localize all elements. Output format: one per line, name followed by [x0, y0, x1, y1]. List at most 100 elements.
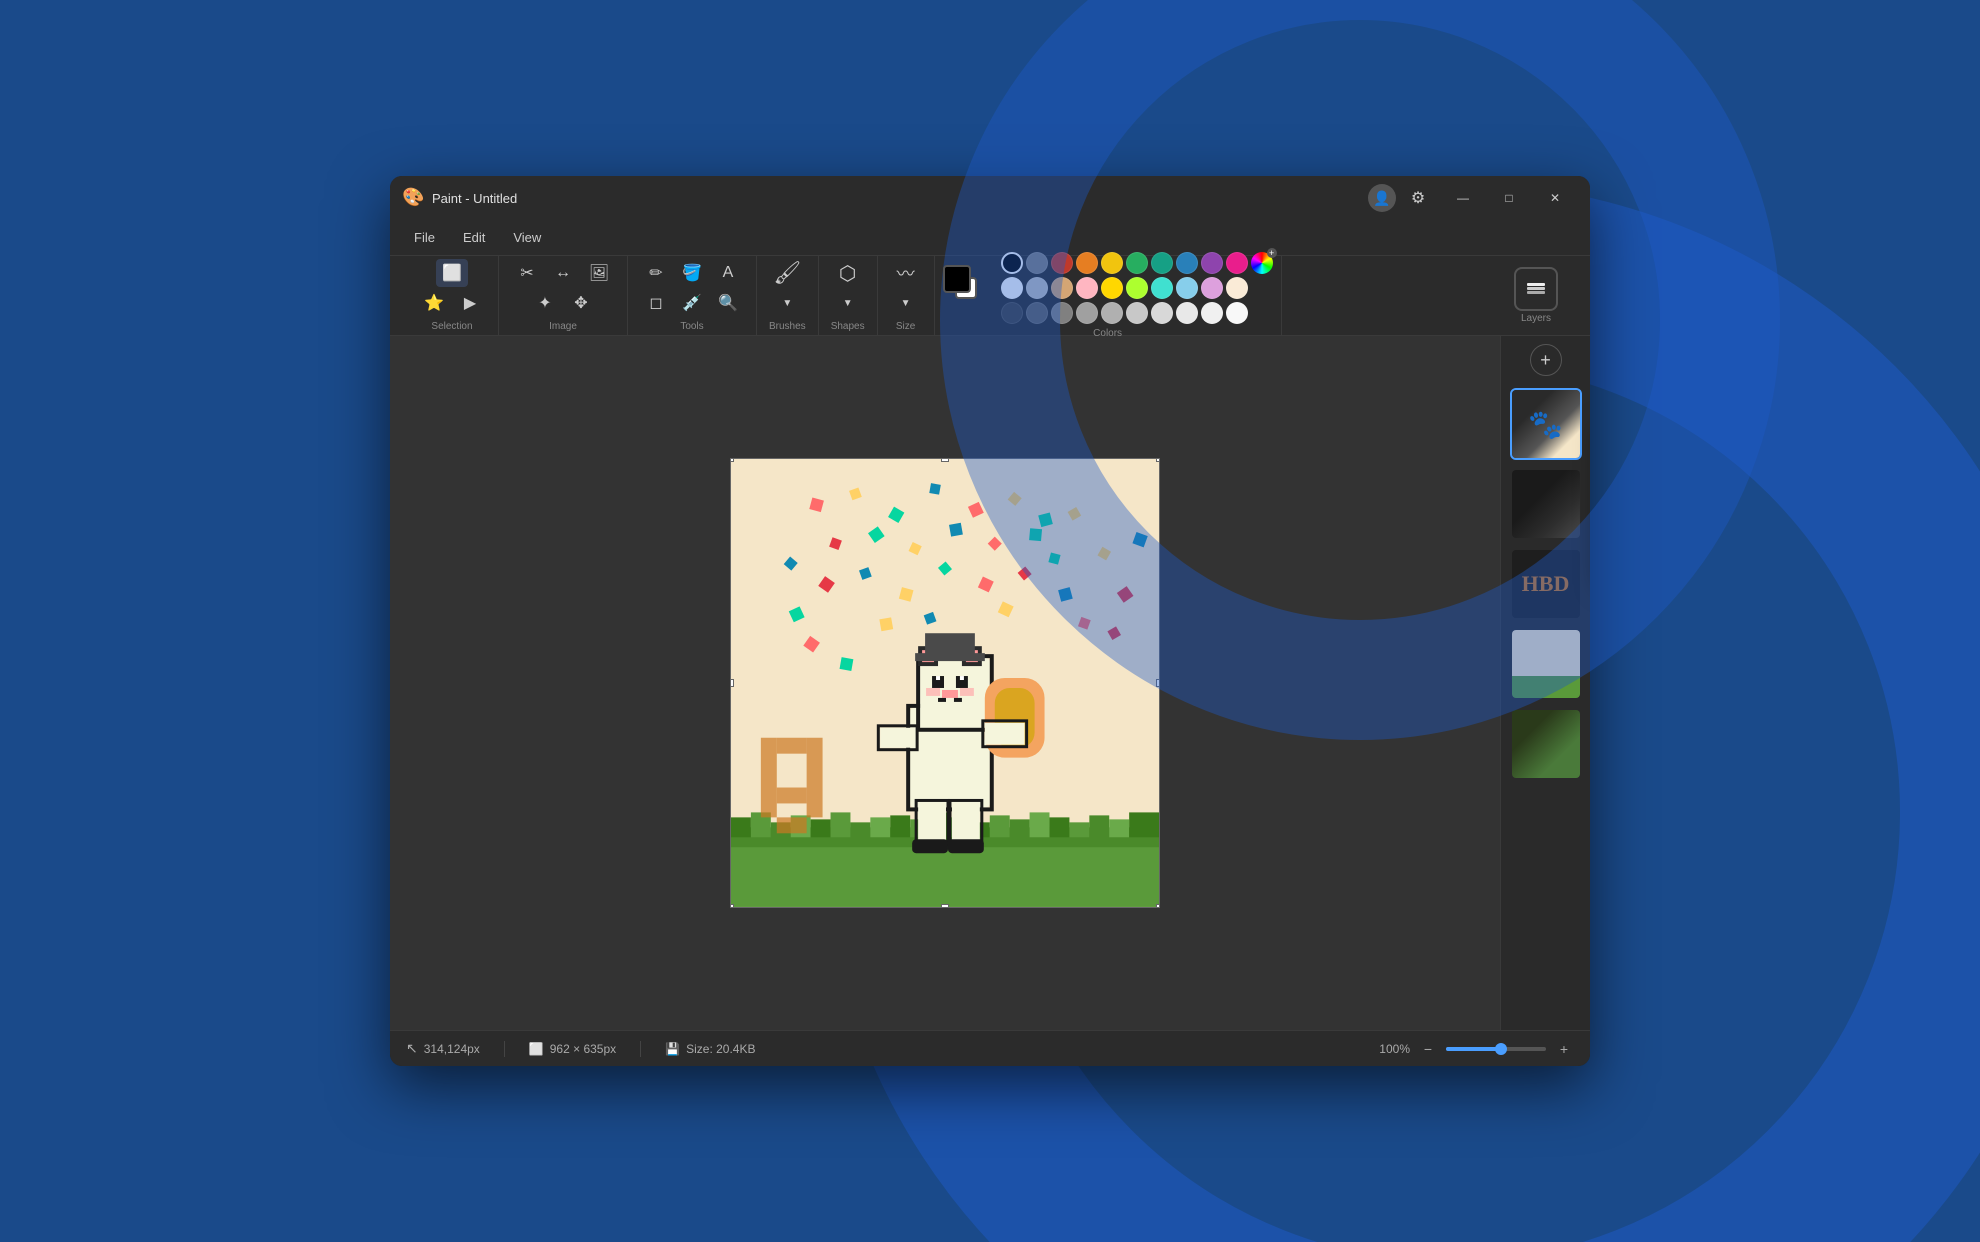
color-wheel-button[interactable]	[1251, 252, 1273, 274]
zoom-in-button[interactable]: +	[1554, 1039, 1574, 1059]
layer-5-thumb[interactable]	[1510, 708, 1582, 780]
color-gray6[interactable]	[1126, 302, 1148, 324]
shapes-button[interactable]: ⬡	[832, 259, 864, 287]
color-plum[interactable]	[1201, 277, 1223, 299]
brush-dropdown[interactable]: ▼	[771, 289, 803, 317]
transform-button[interactable]: ↔	[547, 259, 579, 287]
layers-button[interactable]	[1514, 267, 1558, 311]
color-silver[interactable]	[1026, 277, 1048, 299]
add-layer-button[interactable]: +	[1530, 344, 1562, 376]
app-icon: 🎨	[402, 187, 424, 209]
color-skyblue[interactable]	[1176, 277, 1198, 299]
settings-button[interactable]: ⚙	[1404, 184, 1432, 212]
color-pink[interactable]	[1226, 252, 1248, 274]
move-button[interactable]: ✥	[565, 289, 597, 317]
pencil-button[interactable]: ✏	[640, 259, 672, 287]
color-offwhite[interactable]	[1226, 302, 1248, 324]
color-antique[interactable]	[1226, 277, 1248, 299]
color-gray9[interactable]	[1201, 302, 1223, 324]
size-dropdown[interactable]: ▼	[890, 289, 922, 317]
color-greenyellow[interactable]	[1126, 277, 1148, 299]
close-button[interactable]: ✕	[1532, 182, 1578, 214]
selection-tools-row: ⬜	[436, 259, 468, 287]
zoom-track	[1446, 1047, 1501, 1051]
shapes-row2: ▼	[832, 289, 864, 317]
color-gold[interactable]	[1101, 277, 1123, 299]
status-bar: ↖ 314,124px ⬜ 962 × 635px 💾 Size: 20.4KB…	[390, 1030, 1590, 1066]
foreground-color[interactable]	[943, 265, 971, 293]
layer-3-thumb[interactable]: HBD	[1510, 548, 1582, 620]
rectangular-selection-button[interactable]: ⬜	[436, 259, 468, 287]
eraser-button[interactable]: ◻	[640, 289, 672, 317]
shapes-dropdown[interactable]: ▼	[832, 289, 864, 317]
size-label: Size	[896, 321, 915, 332]
color-purple[interactable]	[1201, 252, 1223, 274]
color-tan[interactable]	[1051, 277, 1073, 299]
canvas-image[interactable]	[730, 458, 1160, 908]
zoom-tool-button[interactable]: 🔍	[712, 289, 744, 317]
current-colors	[943, 265, 989, 311]
brushes-group: 🖌 ▼ Brushes	[757, 256, 819, 335]
eyedropper-button[interactable]: 💉	[676, 289, 708, 317]
color-gray7[interactable]	[1151, 302, 1173, 324]
color-yellow[interactable]	[1101, 252, 1123, 274]
maximize-button[interactable]: □	[1486, 182, 1532, 214]
color-teal[interactable]	[1151, 252, 1173, 274]
brush-button[interactable]: 🖌	[771, 259, 803, 287]
menu-file[interactable]: File	[402, 226, 447, 249]
layer-4-thumb[interactable]	[1510, 628, 1582, 700]
color-midgray[interactable]	[1051, 302, 1073, 324]
window-title: Paint - Untitled	[432, 191, 1368, 206]
zoom-slider[interactable]	[1446, 1047, 1546, 1051]
color-gray5[interactable]	[1101, 302, 1123, 324]
canvas-svg	[731, 459, 1159, 907]
color-orange[interactable]	[1076, 252, 1098, 274]
layer-1-content: 🐾	[1512, 390, 1580, 458]
dimensions-icon: ⬜	[529, 1042, 544, 1056]
color-darkgray2[interactable]	[1026, 302, 1048, 324]
layer-4-content	[1512, 630, 1580, 698]
crop-button[interactable]: ✂	[511, 259, 543, 287]
brushes-row: 🖌	[771, 259, 803, 287]
text-button[interactable]: A	[712, 259, 744, 287]
size-button[interactable]: 〰	[890, 259, 922, 287]
selection-mode-button[interactable]: ▶	[454, 289, 486, 317]
tools-label: Tools	[680, 321, 703, 332]
tools-row2: ◻ 💉 🔍	[640, 289, 744, 317]
layer-3-hbd-text: HBD	[1522, 571, 1570, 597]
layer-1-thumb[interactable]: 🐾	[1510, 388, 1582, 460]
image-group: ✂ ↔ 🖼 ✦ ✥ Image	[499, 256, 628, 335]
color-gray4[interactable]	[1076, 302, 1098, 324]
color-red[interactable]	[1051, 252, 1073, 274]
color-turquoise[interactable]	[1151, 277, 1173, 299]
image-extra-button[interactable]: 🖼	[583, 259, 615, 287]
color-row-2	[1001, 277, 1273, 299]
color-green[interactable]	[1126, 252, 1148, 274]
color-white[interactable]	[1001, 277, 1023, 299]
zoom-out-button[interactable]: −	[1418, 1039, 1438, 1059]
color-gray8[interactable]	[1176, 302, 1198, 324]
color-blue[interactable]	[1176, 252, 1198, 274]
free-select-button[interactable]: ⭐	[418, 289, 450, 317]
brushes-label: Brushes	[769, 321, 806, 332]
user-avatar[interactable]: 👤	[1368, 184, 1396, 212]
window-controls: — □ ✕	[1440, 182, 1578, 214]
fill-button[interactable]: 🪣	[676, 259, 708, 287]
menu-edit[interactable]: Edit	[451, 226, 497, 249]
layer-2-thumb[interactable]	[1510, 468, 1582, 540]
title-bar: 🎨 Paint - Untitled 👤 ⚙ — □ ✕	[390, 176, 1590, 220]
shapes-row: ⬡	[832, 259, 864, 287]
color-gray[interactable]	[1026, 252, 1048, 274]
canvas-container	[390, 336, 1500, 1030]
shapes-group: ⬡ ▼ Shapes	[819, 256, 878, 335]
color-darkgray1[interactable]	[1001, 302, 1023, 324]
magic-select-button[interactable]: ✦	[529, 289, 561, 317]
menu-view[interactable]: View	[501, 226, 553, 249]
zoom-thumb[interactable]	[1495, 1043, 1507, 1055]
minimize-button[interactable]: —	[1440, 182, 1486, 214]
layer-2-content	[1512, 470, 1580, 538]
color-lightpink[interactable]	[1076, 277, 1098, 299]
layers-panel: + 🐾 HBD	[1500, 336, 1590, 1030]
separator-1	[504, 1041, 505, 1057]
color-black[interactable]	[1001, 252, 1023, 274]
